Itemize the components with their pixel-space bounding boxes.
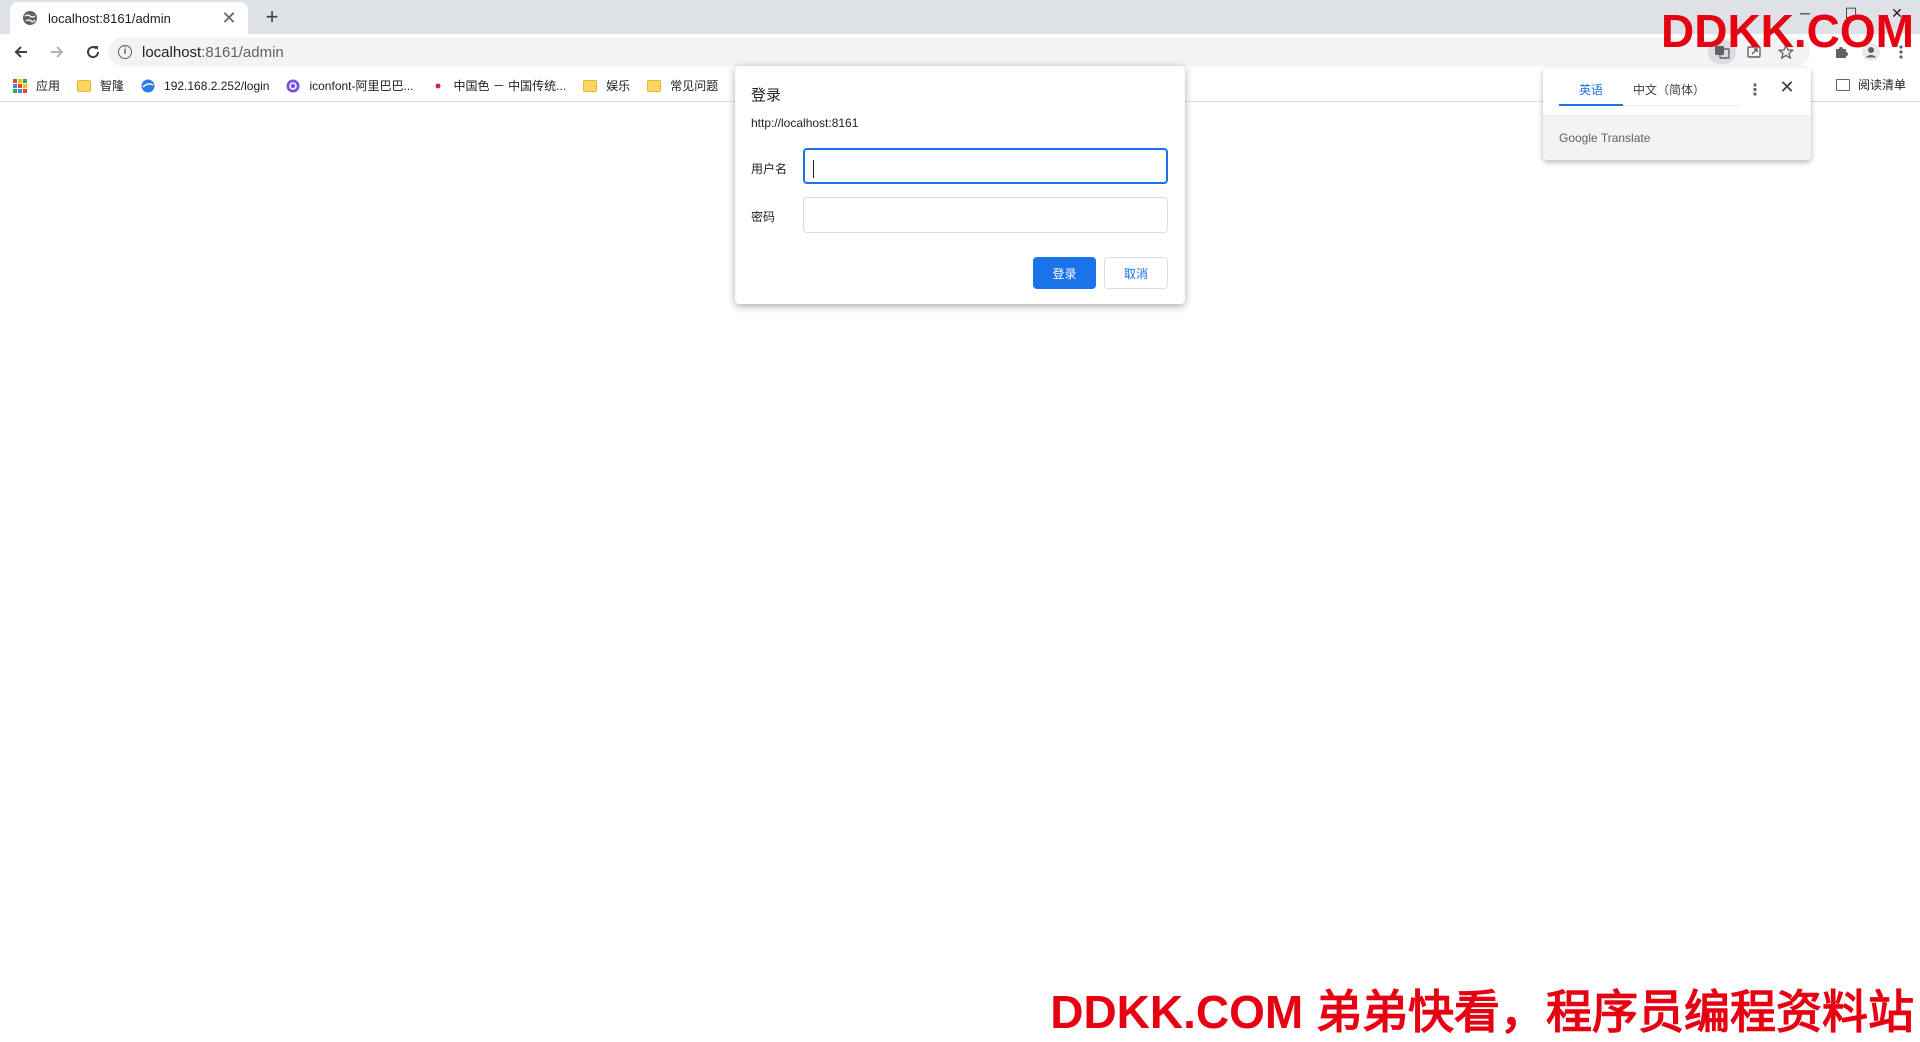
site-info-icon[interactable]: i: [118, 45, 132, 59]
tab-source-language[interactable]: 英语: [1559, 76, 1623, 106]
tab-title: localhost:8161/admin: [48, 10, 171, 26]
password-input[interactable]: [803, 197, 1168, 233]
forward-button[interactable]: [42, 37, 72, 67]
new-tab-button[interactable]: +: [260, 6, 284, 30]
more-options-icon[interactable]: ⋮: [1747, 80, 1763, 100]
bookmark-label: 中国色 － 中国传统...: [453, 79, 567, 93]
iconfont-icon: [285, 78, 301, 94]
back-button[interactable]: [6, 37, 36, 67]
dot-icon: [430, 78, 446, 94]
text-caret: [813, 160, 814, 178]
bookmark-label: 常见问题: [670, 79, 719, 93]
reading-list-label: 阅读清单: [1857, 78, 1906, 92]
tab-strip: localhost:8161/admin ✕ + ─ ☐ ✕: [0, 0, 1920, 34]
site-icon: [140, 78, 156, 94]
tab-target-language[interactable]: 中文（简体）: [1623, 76, 1715, 106]
url-path: :8161/admin: [201, 43, 284, 61]
bookmark-folder-faq[interactable]: 常见问题: [646, 77, 718, 94]
reload-button[interactable]: [78, 37, 108, 67]
back-arrow-icon: [14, 46, 27, 58]
bookmark-apps[interactable]: 应用: [12, 77, 60, 94]
address-bar[interactable]: i localhost:8161/admin: [108, 38, 1810, 66]
password-label: 密码: [751, 210, 776, 224]
close-icon[interactable]: ✕: [1777, 77, 1797, 98]
folder-icon: [76, 78, 92, 94]
bookmark-zhongguose[interactable]: 中国色 － 中国传统...: [430, 77, 567, 94]
reading-list-button[interactable]: 阅读清单: [1835, 76, 1906, 93]
bookmark-login[interactable]: 192.168.2.252/login: [140, 78, 269, 94]
globe-icon: [23, 11, 37, 25]
bookmark-label: 应用: [36, 79, 61, 93]
dialog-origin: http://localhost:8161: [751, 116, 859, 130]
username-label: 用户名: [751, 162, 788, 176]
url-host: localhost: [142, 43, 202, 61]
folder-icon: [582, 78, 598, 94]
bookmark-iconfont[interactable]: iconfont-阿里巴巴...: [285, 77, 414, 94]
browser-toolbar: i localhost:8161/admin: [0, 34, 1920, 70]
bookmark-label: 192.168.2.252/login: [164, 78, 270, 93]
cancel-button[interactable]: 取消: [1104, 257, 1168, 289]
translate-bubble: 英语 中文（简体） ⋮ ✕ Google Translate: [1543, 68, 1811, 160]
bookmark-folder-zhilong[interactable]: 智隆: [76, 77, 124, 94]
folder-icon: [646, 78, 662, 94]
watermark-top: DDKK.COM: [1661, 5, 1914, 57]
translate-footer: Google Translate: [1543, 115, 1811, 160]
bookmark-label: 智隆: [100, 79, 125, 93]
dialog-title: 登录: [751, 87, 782, 104]
reading-list-icon: [1835, 78, 1850, 91]
auth-dialog: 登录 http://localhost:8161 用户名 密码 登录 取消: [735, 66, 1185, 304]
bookmark-label: 娱乐: [606, 79, 631, 93]
watermark-bottom: DDKK.COM 弟弟快看，程序员编程资料站: [1050, 986, 1914, 1038]
bookmark-folder-yule[interactable]: 娱乐: [582, 77, 630, 94]
username-input[interactable]: [803, 148, 1168, 184]
reload-icon: [87, 46, 100, 59]
tab-close-icon[interactable]: ✕: [220, 9, 238, 27]
login-button[interactable]: 登录: [1033, 257, 1096, 289]
browser-tab[interactable]: localhost:8161/admin ✕: [10, 2, 248, 34]
bookmark-label: iconfont-阿里巴巴...: [309, 79, 414, 93]
apps-grid-icon: [12, 78, 28, 94]
forward-arrow-icon: [51, 46, 64, 58]
translate-language-tabs: 英语 中文（简体）: [1559, 76, 1739, 106]
